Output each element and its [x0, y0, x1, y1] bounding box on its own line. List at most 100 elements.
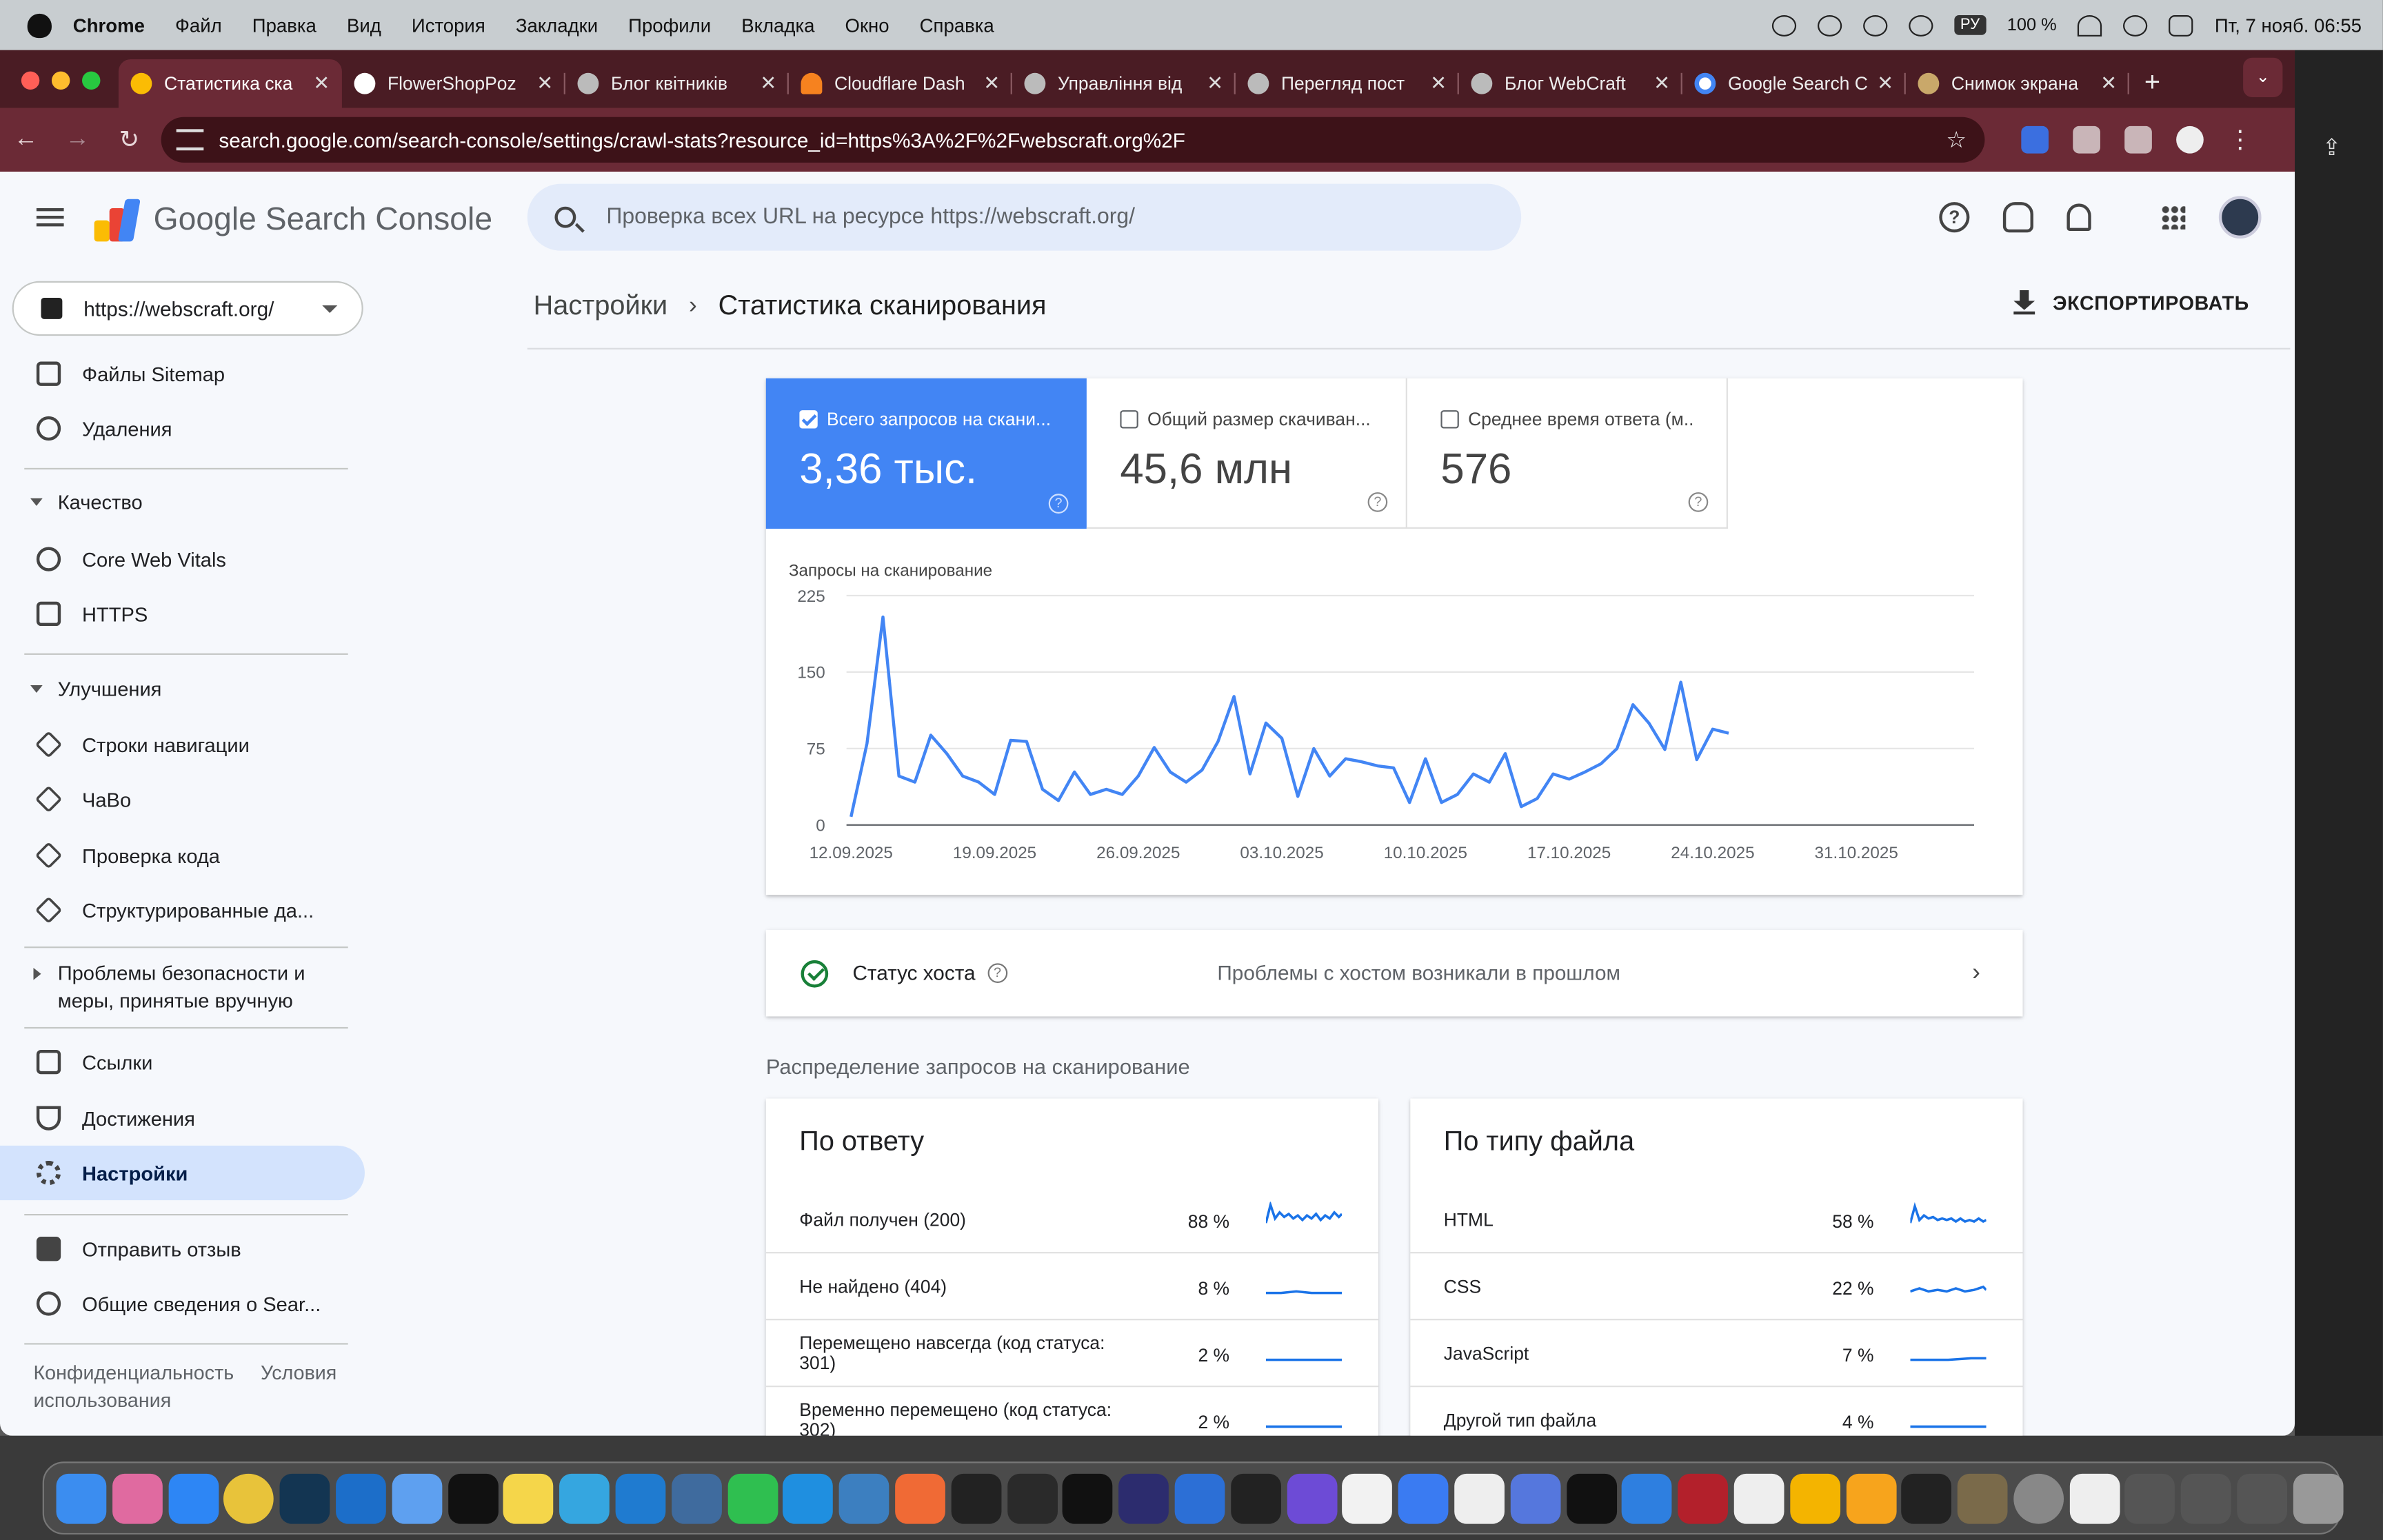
whatsapp-icon[interactable] [727, 1472, 778, 1523]
manage-users-icon[interactable] [2002, 202, 2033, 233]
menubar-clock[interactable]: Пт, 7 нояб. 06:55 [2215, 14, 2362, 36]
app-icon[interactable] [1733, 1472, 1784, 1523]
postgres-icon[interactable] [671, 1472, 722, 1523]
app-icon[interactable] [1286, 1472, 1337, 1523]
sidebar-item-snippets[interactable]: Проверка кода [0, 828, 365, 882]
wifi-icon[interactable] [2078, 14, 2102, 36]
tab-cloudflare[interactable]: Cloudflare Dash ✕ [789, 59, 1012, 108]
new-tab-plus-icon[interactable]: + [2129, 67, 2175, 108]
schema-app-icon[interactable] [1678, 1472, 1729, 1523]
app-icon[interactable] [1622, 1472, 1673, 1523]
app-icon[interactable] [1398, 1472, 1449, 1523]
docker-icon[interactable] [783, 1472, 834, 1523]
tab-google-search[interactable]: Google Search C ✕ [1682, 59, 1906, 108]
window-thumbnail-icon[interactable] [2181, 1472, 2232, 1523]
table-row[interactable]: Не найдено (404) 8 % [765, 1253, 1379, 1321]
back-arrow-icon[interactable]: ← [0, 126, 52, 154]
export-button[interactable]: ЭКСПОРТИРОВАТЬ [2013, 290, 2249, 315]
site-info-icon[interactable] [176, 129, 204, 151]
tab-flower-blog[interactable]: Блог квітників ✕ [565, 59, 789, 108]
tab-screenshot[interactable]: Снимок экрана ✕ [1906, 59, 2129, 108]
notes-icon[interactable] [503, 1472, 554, 1523]
menubar-item-profiles[interactable]: Профили [628, 14, 711, 36]
menubar-item-file[interactable]: Файл [175, 14, 222, 36]
apps-grid-icon[interactable] [2161, 205, 2186, 230]
sidebar-item-links[interactable]: Ссылки [0, 1035, 365, 1089]
cloud-icon[interactable] [1817, 14, 1842, 36]
extension-checklist-icon[interactable] [2021, 125, 2049, 154]
app-icon[interactable] [895, 1472, 945, 1523]
tab-management[interactable]: Управління від ✕ [1012, 59, 1236, 108]
app-icon[interactable] [1510, 1472, 1560, 1523]
trash-icon[interactable] [2293, 1472, 2344, 1523]
menubar-item-help[interactable]: Справка [920, 14, 994, 36]
app-icon[interactable] [279, 1472, 330, 1523]
url-inspection-search[interactable]: Проверка всех URL на ресурсе https://web… [527, 183, 1522, 251]
sidebar-item-faq[interactable]: ЧаВо [0, 772, 365, 827]
menubar-item-history[interactable]: История [412, 14, 485, 36]
safari-icon[interactable] [168, 1472, 219, 1523]
tab-crawl-stats[interactable]: Статистика ска ✕ [118, 59, 342, 108]
menubar-item-view[interactable]: Вид [347, 14, 381, 36]
system-settings-icon[interactable] [2013, 1472, 2064, 1523]
chatgpt-icon[interactable] [1230, 1472, 1281, 1523]
profile-avatar-icon[interactable] [2176, 125, 2204, 154]
host-status-row[interactable]: Статус хоста ? Проблемы с хостом возника… [765, 929, 2023, 1017]
app-icon[interactable] [1454, 1472, 1505, 1523]
table-row[interactable]: Перемещено навсегда (код статуса: 301) 2… [765, 1320, 1379, 1388]
share-icon[interactable]: ⇪ [2322, 134, 2342, 161]
sidebar-item-breadcrumbs[interactable]: Строки навигации [0, 717, 365, 771]
menubar-item-tab[interactable]: Вкладка [741, 14, 814, 36]
battery-percent[interactable]: 100 % [2007, 16, 2057, 34]
notifications-bell-icon[interactable] [2067, 203, 2091, 232]
chrome-icon[interactable] [223, 1472, 274, 1523]
sidebar-section-quality[interactable]: Качество [0, 489, 365, 517]
vscode-icon[interactable] [615, 1472, 666, 1523]
airdrop-icon[interactable] [1908, 14, 1933, 36]
product-title[interactable]: Google Search Console [154, 202, 492, 239]
sidebar-item-https[interactable]: HTTPS [0, 587, 365, 641]
zoom-window-button[interactable] [82, 71, 101, 90]
property-selector[interactable]: https://webscraft.org/ [12, 281, 363, 336]
sidebar-item-structured-data[interactable]: Структурированные да... [0, 883, 365, 938]
menubar-item-bookmarks[interactable]: Закладки [516, 14, 598, 36]
close-window-button[interactable] [21, 71, 40, 90]
sidebar-item-settings[interactable]: Настройки [0, 1145, 365, 1201]
extensions-puzzle-icon[interactable] [2073, 125, 2100, 154]
finder-icon[interactable] [56, 1472, 107, 1523]
close-tab-icon[interactable]: ✕ [1877, 72, 1893, 96]
app-icon[interactable] [336, 1472, 386, 1523]
breadcrumb-settings-link[interactable]: Настройки [534, 290, 668, 322]
sidebar-item-removals[interactable]: Удаления [0, 401, 365, 456]
sidebar-section-enhancements[interactable]: Улучшения [0, 676, 365, 704]
sidebar-item-sitemaps[interactable]: Файлы Sitemap [0, 347, 365, 401]
address-bar[interactable]: search.google.com/search-console/setting… [161, 116, 1985, 163]
table-row[interactable]: Временно перемещено (код статуса: 302) 2… [766, 1387, 1378, 1436]
reload-icon[interactable]: ↻ [103, 125, 155, 155]
input-language-badge[interactable]: РУ [1954, 15, 1986, 35]
spotlight-search-icon[interactable] [2123, 14, 2148, 36]
tab-flowershop[interactable]: FlowerShopPoz ✕ [342, 59, 565, 108]
sidebar-item-achievements[interactable]: Достижения [0, 1091, 365, 1145]
app-icon[interactable] [1845, 1472, 1896, 1523]
app-icon[interactable] [1342, 1472, 1393, 1523]
close-tab-icon[interactable]: ✕ [983, 72, 1000, 96]
apple-icon[interactable] [27, 12, 52, 37]
menubar-item-edit[interactable]: Правка [252, 14, 316, 36]
app-icon[interactable] [1007, 1472, 1057, 1523]
forward-arrow-icon[interactable]: → [52, 126, 103, 154]
tab-search-chevron-icon[interactable]: ⌄ [2243, 57, 2283, 98]
app-icon[interactable] [1118, 1472, 1169, 1523]
table-row[interactable]: HTML 58 % [1410, 1186, 2023, 1254]
bookmark-star-icon[interactable]: ☆ [1946, 126, 1967, 153]
close-tab-icon[interactable]: ✕ [1653, 72, 1670, 96]
close-tab-icon[interactable]: ✕ [313, 72, 330, 96]
close-tab-icon[interactable]: ✕ [536, 72, 553, 96]
tableplus-icon[interactable] [838, 1472, 889, 1523]
sidebar-item-core-web-vitals[interactable]: Core Web Vitals [0, 531, 365, 586]
app-icon[interactable] [1174, 1472, 1225, 1523]
close-tab-icon[interactable]: ✕ [1430, 72, 1447, 96]
sidebar-item-about[interactable]: Общие сведения о Sear... [0, 1276, 365, 1330]
analytics-icon[interactable] [1789, 1472, 1840, 1523]
window-thumbnail-icon[interactable] [2125, 1472, 2175, 1523]
